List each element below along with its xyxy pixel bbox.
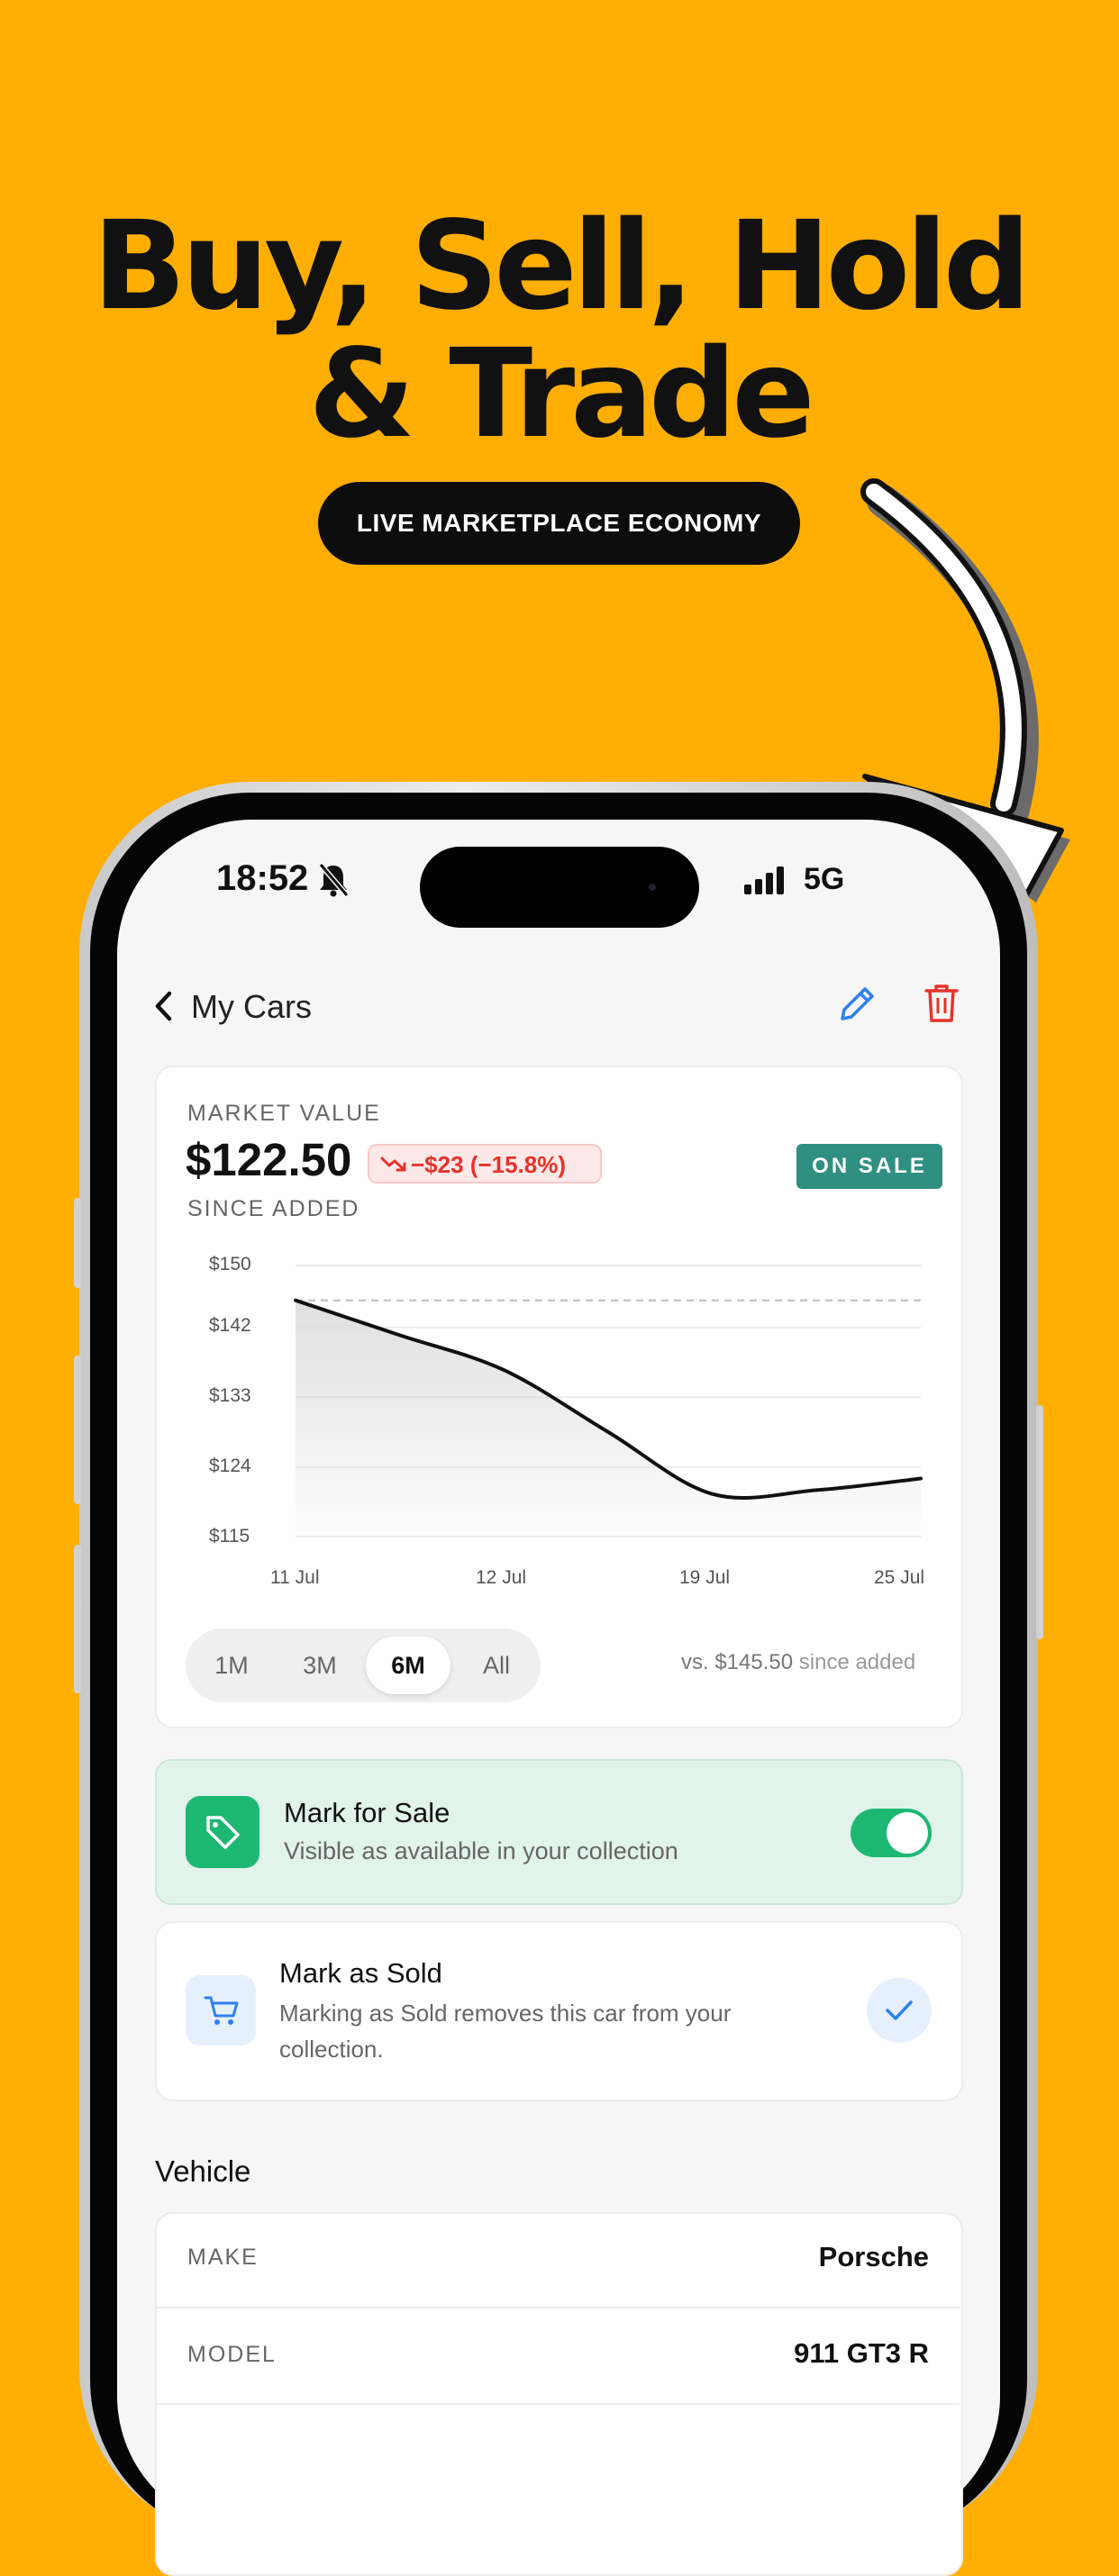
mark-for-sale-card (155, 1759, 963, 1905)
mark-as-sold-subtitle-line2: collection. (279, 2036, 384, 2064)
range-tab-6m[interactable]: 6M (366, 1637, 450, 1694)
for-sale-toggle[interactable] (851, 1809, 932, 1857)
series-area (296, 1301, 921, 1537)
mark-as-sold-button[interactable] (867, 1978, 932, 2043)
cart-icon (203, 1993, 241, 2029)
checkmark-icon (885, 1998, 914, 2023)
range-tab-all[interactable]: All (454, 1637, 539, 1694)
make-label: MAKE (187, 2245, 259, 2271)
comparison-text: vs. $145.50 since added (681, 1650, 915, 1675)
vehicle-row-model: MODEL 911 GT3 R (155, 2308, 963, 2406)
tag-icon-tile (186, 1796, 259, 1868)
tag-icon (204, 1813, 241, 1851)
model-label: MODEL (187, 2342, 277, 2368)
cart-icon-tile (186, 1975, 256, 2045)
mark-for-sale-title: Mark for Sale (284, 1797, 450, 1829)
mark-for-sale-subtitle: Visible as available in your collection (284, 1837, 678, 1865)
mark-as-sold-title: Mark as Sold (279, 1957, 442, 1990)
model-value: 911 GT3 R (794, 2337, 929, 2370)
vehicle-section-title: Vehicle (155, 2154, 250, 2189)
vehicle-row-make: MAKE Porsche (155, 2209, 963, 2307)
toggle-knob (887, 1812, 928, 1854)
range-tab-3m[interactable]: 3M (277, 1637, 362, 1694)
range-tab-1m[interactable]: 1M (189, 1637, 274, 1694)
comparison-suffix: since added (799, 1650, 915, 1674)
make-value: Porsche (819, 2241, 929, 2273)
comparison-value: vs. $145.50 (681, 1650, 793, 1674)
mark-as-sold-subtitle-line1: Marking as Sold removes this car from yo… (279, 2000, 731, 2027)
row-divider (157, 2403, 960, 2405)
